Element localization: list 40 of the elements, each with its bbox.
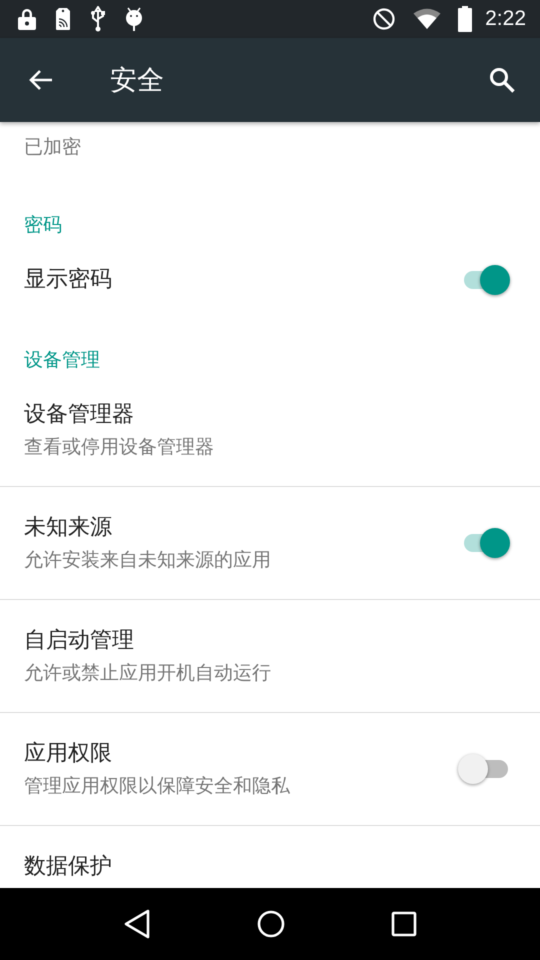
settings-item[interactable]: 自启动管理 允许或禁止应用开机自动运行 [0, 600, 540, 712]
clock-time: 2:22 [485, 7, 526, 31]
tag-icon [54, 7, 72, 31]
settings-item[interactable]: 已加密 [0, 122, 540, 186]
usb-icon [89, 6, 107, 32]
item-subtitle: 管理应用权限以保障安全和隐私 [24, 774, 290, 799]
item-subtitle: 已加密 [24, 135, 81, 160]
back-triangle-icon [123, 909, 151, 939]
recents-button[interactable] [391, 911, 417, 937]
section-header: 设备管理 [23, 348, 101, 373]
lock-icon [17, 7, 37, 31]
back-arrow-icon [28, 68, 54, 92]
item-title: 显示密码 [24, 266, 112, 294]
do-not-disturb-icon [372, 7, 396, 31]
home-circle-icon [257, 910, 285, 938]
recents-square-icon [391, 911, 417, 937]
robot-icon [124, 6, 144, 32]
settings-item[interactable]: 应用权限 管理应用权限以保障安全和隐私 [0, 713, 540, 825]
item-title: 数据保护 [24, 853, 112, 881]
settings-item[interactable]: 显示密码 [0, 239, 540, 321]
back-nav-button[interactable] [123, 909, 151, 939]
settings-item[interactable]: 未知来源 允许安装来自未知来源的应用 [0, 487, 540, 599]
toolbar-title: 安全 [110, 64, 164, 98]
battery-icon [458, 6, 472, 32]
settings-item[interactable]: 设备管理器 查看或停用设备管理器 [0, 374, 540, 486]
section-header: 密码 [23, 213, 63, 238]
item-title: 应用权限 [24, 740, 112, 768]
item-title: 自启动管理 [24, 627, 134, 655]
item-subtitle: 允许安装来自未知来源的应用 [24, 548, 271, 573]
item-subtitle: 查看或停用设备管理器 [24, 435, 214, 460]
settings-item[interactable]: 数据保护 [0, 826, 540, 888]
home-button[interactable] [257, 910, 285, 938]
search-icon [488, 66, 516, 94]
item-title: 未知来源 [24, 514, 112, 542]
item-subtitle: 允许或禁止应用开机自动运行 [24, 661, 271, 686]
item-title: 设备管理器 [24, 401, 134, 429]
wifi-icon [413, 8, 442, 30]
search-button[interactable] [488, 66, 516, 94]
back-button[interactable] [28, 68, 54, 92]
toggle-switch[interactable] [458, 753, 510, 785]
